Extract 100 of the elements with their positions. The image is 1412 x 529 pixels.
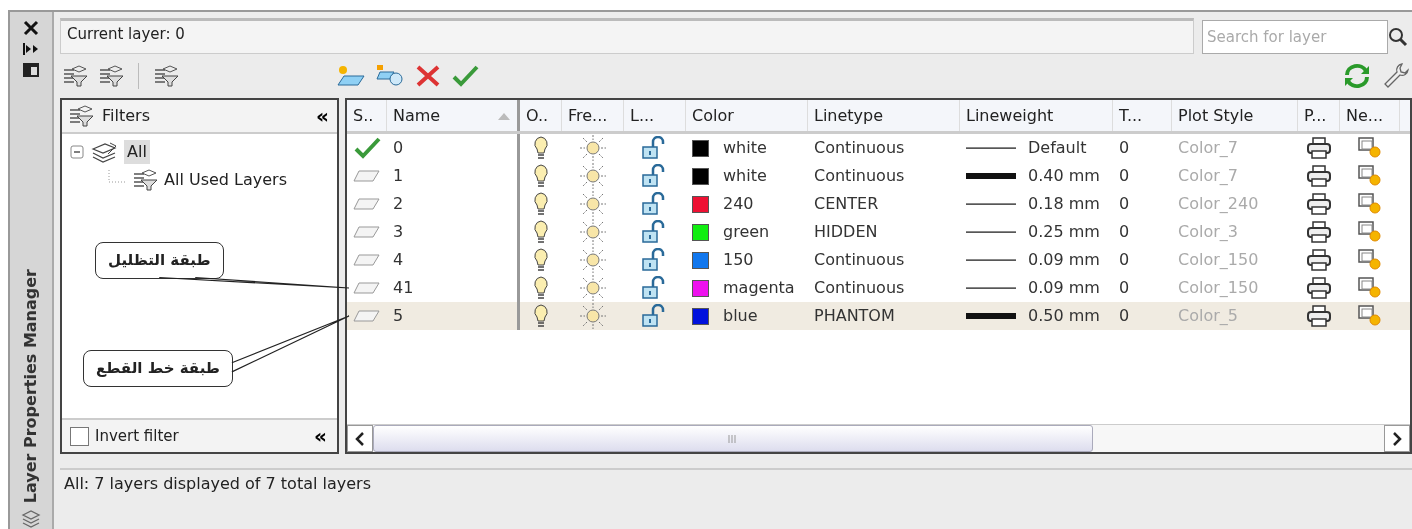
color-name: green bbox=[723, 221, 770, 243]
checkbox[interactable] bbox=[70, 426, 89, 446]
scrollbar-thumb[interactable] bbox=[373, 425, 1093, 452]
viewport-sun-icon bbox=[1357, 304, 1383, 328]
column-header[interactable]: O.. bbox=[520, 100, 562, 131]
filter-icon bbox=[132, 169, 158, 191]
chevron-right-icon bbox=[1392, 431, 1402, 446]
arrows-icon[interactable] bbox=[22, 42, 40, 56]
collapse-button[interactable]: « bbox=[312, 426, 329, 446]
plot-style: Color_150 bbox=[1178, 277, 1259, 299]
lineweight-value: 0.09 mm bbox=[1028, 277, 1100, 299]
linetype-name: HIDDEN bbox=[814, 221, 878, 243]
column-header[interactable]: P... bbox=[1298, 100, 1340, 131]
sun-icon bbox=[579, 246, 607, 274]
color-name: 150 bbox=[723, 249, 754, 271]
lineweight-value: 0.50 mm bbox=[1028, 305, 1100, 327]
wrench-icon[interactable] bbox=[1382, 62, 1410, 90]
lineweight-value: 0.09 mm bbox=[1028, 249, 1100, 271]
column-header[interactable]: Ne... bbox=[1340, 100, 1400, 131]
selected-row[interactable]: 5 blue PHANTOM 0.50 mm 0 Color_5 bbox=[347, 302, 1410, 330]
lineweight-value: 0.18 mm bbox=[1028, 193, 1100, 215]
filters-title: Filters bbox=[102, 105, 150, 127]
layers-icon[interactable] bbox=[20, 509, 42, 529]
printer-icon bbox=[1306, 220, 1332, 244]
transparency-value: 0 bbox=[1119, 249, 1130, 271]
bulb-icon bbox=[532, 247, 550, 273]
callout-label: طبقة التظليل bbox=[95, 242, 224, 279]
layer-name: 4 bbox=[393, 249, 404, 271]
column-header[interactable]: Linetype bbox=[808, 100, 960, 131]
checkbox-label: Invert filter bbox=[95, 425, 179, 447]
refresh-icon[interactable] bbox=[1342, 63, 1372, 89]
layer-name: 41 bbox=[393, 277, 414, 299]
column-header[interactable]: L... bbox=[624, 100, 686, 131]
lineweight-value: 0.25 mm bbox=[1028, 221, 1100, 243]
layer-name: 2 bbox=[393, 193, 404, 215]
set-current-icon[interactable] bbox=[451, 64, 479, 88]
column-header[interactable]: Plot Style bbox=[1172, 100, 1298, 131]
linetype-name: PHANTOM bbox=[814, 305, 895, 327]
plot-style: Color_7 bbox=[1178, 137, 1238, 159]
search-icon bbox=[1388, 27, 1408, 47]
status-text: All: 7 layers displayed of 7 total layers bbox=[60, 468, 1412, 498]
transparency-value: 0 bbox=[1119, 193, 1130, 215]
tree-item[interactable]: All Used Layers bbox=[164, 168, 287, 192]
scroll-left-button[interactable] bbox=[347, 425, 373, 452]
column-header[interactable]: Color bbox=[686, 100, 808, 131]
lineweight-value: 0.40 mm bbox=[1028, 165, 1100, 187]
viewport-sun-icon bbox=[1357, 192, 1383, 216]
viewport-sun-icon bbox=[1357, 164, 1383, 188]
collapse-button[interactable]: « bbox=[314, 106, 331, 126]
scroll-right-button[interactable] bbox=[1384, 425, 1410, 452]
sun-icon bbox=[579, 218, 607, 246]
column-header[interactable]: S.. bbox=[347, 100, 387, 131]
transparency-value: 0 bbox=[1119, 221, 1130, 243]
linetype-name: Continuous bbox=[814, 277, 905, 299]
linetype-name: Continuous bbox=[814, 249, 905, 271]
lineweight-value: Default bbox=[1028, 137, 1087, 159]
printer-icon bbox=[1306, 304, 1332, 328]
close-icon[interactable] bbox=[23, 20, 39, 36]
plot-style: Color_5 bbox=[1178, 305, 1238, 327]
viewport-sun-icon bbox=[1357, 136, 1383, 160]
current-layer-field: Current layer: 0 bbox=[60, 18, 1194, 54]
chevron-left-icon bbox=[355, 431, 365, 446]
transparency-value: 0 bbox=[1119, 165, 1130, 187]
panel-icon[interactable] bbox=[22, 62, 40, 78]
color-name: 240 bbox=[723, 193, 754, 215]
layers-icon bbox=[90, 141, 118, 163]
color-name: magenta bbox=[723, 277, 795, 299]
tree-item[interactable]: All bbox=[124, 140, 150, 164]
viewport-sun-icon bbox=[1357, 220, 1383, 244]
color-name: white bbox=[723, 165, 767, 187]
layer-name: 1 bbox=[393, 165, 404, 187]
printer-icon bbox=[1306, 164, 1332, 188]
column-header[interactable]: Name bbox=[387, 100, 520, 131]
bulb-icon bbox=[532, 303, 550, 329]
viewport-sun-icon bbox=[1357, 276, 1383, 300]
printer-icon bbox=[1306, 192, 1332, 216]
printer-icon bbox=[1306, 136, 1332, 160]
printer-icon bbox=[1306, 248, 1332, 272]
color-name: blue bbox=[723, 305, 758, 327]
plot-style: Color_7 bbox=[1178, 165, 1238, 187]
viewport-sun-icon bbox=[1357, 248, 1383, 272]
layer-name: 3 bbox=[393, 221, 404, 243]
delete-icon[interactable] bbox=[415, 64, 441, 88]
transparency-value: 0 bbox=[1119, 277, 1130, 299]
sun-icon bbox=[579, 274, 607, 302]
linetype-name: CENTER bbox=[814, 193, 879, 215]
bulb-icon bbox=[532, 135, 550, 161]
callout-label: طبقة خط القطع bbox=[83, 350, 233, 387]
plot-style: Color_3 bbox=[1178, 221, 1238, 243]
layer-name: 5 bbox=[393, 305, 404, 327]
printer-icon bbox=[1306, 276, 1332, 300]
linetype-name: Continuous bbox=[814, 137, 905, 159]
column-header[interactable]: T... bbox=[1113, 100, 1172, 131]
search-field[interactable]: Search for layer bbox=[1202, 20, 1388, 54]
sun-icon bbox=[579, 162, 607, 190]
column-header[interactable]: Fre... bbox=[562, 100, 624, 131]
sun-icon bbox=[579, 190, 607, 218]
expander-icon[interactable] bbox=[70, 145, 84, 159]
column-header[interactable]: Lineweight bbox=[960, 100, 1113, 131]
sun-icon bbox=[579, 302, 607, 330]
